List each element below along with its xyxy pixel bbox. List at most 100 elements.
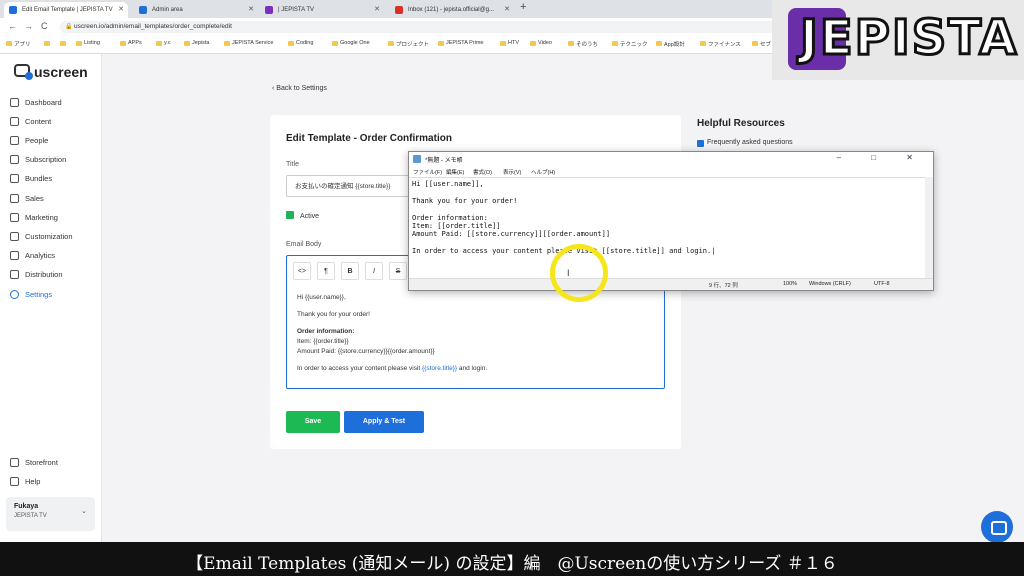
sidebar-item-marketing[interactable]: Marketing bbox=[10, 212, 58, 224]
bookmark-item[interactable]: Coding bbox=[288, 40, 313, 46]
email-body-label: Email Body bbox=[286, 241, 322, 248]
menu-format[interactable]: 書式(O) bbox=[473, 168, 492, 176]
uscreen-favicon-icon bbox=[139, 6, 147, 14]
menu-file[interactable]: ファイル(F) bbox=[413, 168, 442, 176]
bookmark-item[interactable]: HTV bbox=[500, 40, 519, 46]
new-tab-button[interactable]: + bbox=[520, 1, 526, 13]
store-title-variable: {{store.title}} bbox=[422, 365, 458, 372]
editor-amount-line: Amount Paid: {{store.currency}}{{order.a… bbox=[297, 348, 435, 355]
sidebar-item-dashboard[interactable]: Dashboard bbox=[10, 97, 62, 109]
editor-item-line: Item: {{order.title}} bbox=[297, 338, 349, 345]
bookmark-item[interactable]: アプリ bbox=[6, 40, 31, 48]
sidebar-item-label: Dashboard bbox=[25, 98, 62, 107]
text-cursor-icon: I bbox=[567, 268, 570, 278]
jepista-logo: JEPISTA bbox=[788, 8, 1018, 70]
menu-help[interactable]: ヘルプ(H) bbox=[531, 168, 555, 176]
tab-label: Inbox (121) - jepista.official@g... bbox=[408, 7, 495, 13]
tab-edit-email-template[interactable]: Edit Email Template | JEPISTA TV ✕ bbox=[4, 2, 128, 18]
italic-button[interactable]: I bbox=[365, 262, 383, 280]
sidebar-item-help[interactable]: Help bbox=[10, 476, 40, 488]
bookmark-item[interactable]: JEPISTA Service bbox=[224, 40, 273, 46]
bookmark-item[interactable]: APPs bbox=[120, 40, 142, 46]
gmail-favicon-icon bbox=[395, 6, 403, 14]
tab-gmail-inbox[interactable]: Inbox (121) - jepista.official@g... ✕ bbox=[390, 2, 514, 18]
notepad-window: *無題 - メモ帳 – □ ✕ ファイル(F) 編集(E) 書式(O) 表示(V… bbox=[408, 151, 934, 291]
bookmark-item[interactable]: Google One bbox=[332, 40, 370, 46]
sidebar-item-label: Storefront bbox=[25, 458, 58, 467]
back-to-settings-link[interactable]: ‹ Back to Settings bbox=[272, 85, 327, 92]
address-bar[interactable]: 🔒 uscreen.io/admin/email_templates/order… bbox=[60, 21, 780, 33]
url-text: uscreen.io/admin/email_templates/order_c… bbox=[74, 23, 232, 30]
uscreen-favicon-icon bbox=[9, 6, 17, 14]
uscreen-logo[interactable]: uscreen bbox=[14, 64, 88, 80]
save-button[interactable]: Save bbox=[286, 411, 340, 433]
sidebar-item-people[interactable]: People bbox=[10, 135, 48, 147]
bookmark-item[interactable]: JEPISTA Prime bbox=[438, 40, 484, 46]
tab-jepista-tv[interactable]: | JEPISTA TV ✕ bbox=[260, 2, 384, 18]
video-caption: 【Email Templates (通知メール) の設定】編 @Uscreenの… bbox=[186, 554, 838, 574]
cursor-highlight-circle bbox=[550, 244, 608, 302]
back-arrow-icon[interactable]: ← bbox=[8, 21, 17, 31]
sidebar-item-label: Settings bbox=[25, 290, 53, 299]
title-label: Title bbox=[286, 161, 299, 168]
tab-label: Edit Email Template | JEPISTA TV bbox=[22, 7, 113, 13]
sidebar-item-storefront[interactable]: Storefront bbox=[10, 457, 58, 469]
menu-view[interactable]: 表示(V) bbox=[503, 168, 521, 176]
close-tab-icon[interactable]: ✕ bbox=[504, 2, 510, 18]
sidebar-item-bundles[interactable]: Bundles bbox=[10, 173, 52, 185]
forward-arrow-icon[interactable]: → bbox=[24, 21, 33, 31]
menu-edit[interactable]: 編集(E) bbox=[446, 168, 464, 176]
sidebar-item-content[interactable]: Content bbox=[10, 116, 51, 128]
bold-button[interactable]: B bbox=[341, 262, 359, 280]
bookmark-item[interactable]: そのうち bbox=[568, 40, 598, 48]
sidebar-item-subscription[interactable]: Subscription bbox=[10, 154, 66, 166]
notepad-text-area[interactable]: Hi [[user.name]], Thank you for your ord… bbox=[409, 177, 925, 278]
logo-text: JEPISTA bbox=[798, 9, 1019, 68]
people-icon bbox=[10, 136, 19, 145]
code-view-button[interactable]: <> bbox=[293, 262, 311, 280]
help-icon bbox=[10, 477, 19, 486]
bookmark-item[interactable]: Jepista bbox=[184, 40, 209, 46]
close-tab-icon[interactable]: ✕ bbox=[118, 2, 124, 18]
sidebar-item-customization[interactable]: Customization bbox=[10, 231, 73, 243]
bookmark-item[interactable]: App設計 bbox=[656, 40, 685, 48]
sidebar-item-analytics[interactable]: Analytics bbox=[10, 250, 55, 262]
dashboard-icon bbox=[10, 98, 19, 107]
sidebar-item-label: Help bbox=[25, 477, 41, 486]
tab-admin-area[interactable]: Admin area ✕ bbox=[134, 2, 258, 18]
bookmark-item[interactable]: Listing bbox=[76, 40, 100, 46]
sidebar-item-label: Marketing bbox=[25, 213, 58, 222]
user-name: Fukaya bbox=[14, 503, 39, 510]
bookmark-item[interactable]: テクニック bbox=[612, 40, 648, 48]
chat-widget-button[interactable] bbox=[981, 511, 1013, 543]
chevron-down-icon: ⌄ bbox=[81, 508, 87, 515]
strikethrough-button[interactable]: S bbox=[389, 262, 407, 280]
sidebar: uscreen Dashboard Content People Subscri… bbox=[0, 54, 102, 542]
notepad-window-controls[interactable]: – □ ✕ bbox=[837, 153, 927, 162]
sidebar-item-sales[interactable]: Sales bbox=[10, 193, 44, 205]
notepad-scrollbar[interactable] bbox=[925, 177, 933, 278]
bookmark-item[interactable]: セブ bbox=[752, 40, 771, 48]
reload-icon[interactable]: C bbox=[41, 21, 48, 31]
notepad-titlebar[interactable]: *無題 - メモ帳 – □ ✕ bbox=[409, 152, 933, 166]
paragraph-button[interactable]: ¶ bbox=[317, 262, 335, 280]
bookmark-item[interactable]: プロジェクト bbox=[388, 40, 429, 48]
editor-thanks: Thank you for your order! bbox=[297, 311, 370, 318]
sidebar-item-settings[interactable]: Settings bbox=[10, 289, 52, 301]
bookmark-item[interactable]: Video bbox=[530, 40, 552, 46]
account-switcher[interactable]: Fukaya JEPISTA TV ⌄ bbox=[6, 497, 95, 531]
close-tab-icon[interactable]: ✕ bbox=[248, 2, 254, 18]
sidebar-item-label: People bbox=[25, 136, 49, 145]
subscription-icon bbox=[10, 155, 19, 164]
close-tab-icon[interactable]: ✕ bbox=[374, 2, 380, 18]
sales-icon bbox=[10, 194, 19, 203]
faq-link[interactable]: Frequently asked questions bbox=[697, 139, 793, 147]
active-checkbox[interactable] bbox=[286, 211, 294, 219]
bookmark-item[interactable]: ファイナンス bbox=[700, 40, 741, 48]
apply-test-button[interactable]: Apply & Test bbox=[344, 411, 424, 433]
video-caption-bar: 【Email Templates (通知メール) の設定】編 @Uscreenの… bbox=[0, 542, 1024, 576]
bookmark-item[interactable]: y.c bbox=[156, 40, 171, 46]
sidebar-item-distribution[interactable]: Distribution bbox=[10, 269, 63, 281]
jepista-logo-overlay: JEPISTA bbox=[772, 0, 1024, 80]
lock-icon: 🔒 bbox=[65, 24, 73, 30]
